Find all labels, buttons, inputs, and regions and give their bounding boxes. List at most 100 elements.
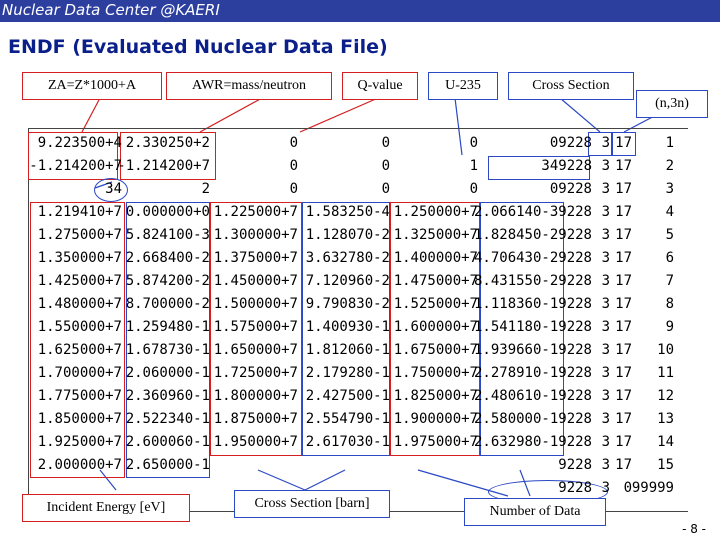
cell-energy-3: 1.900000+7 [393,411,478,427]
cell-xs-2: 0 [381,158,390,174]
cell-mt: 0 [623,480,632,496]
cell-xs-3-mat: 349228 [541,158,592,174]
cell-mt: 17 [615,250,632,266]
cell-mt: 17 [615,296,632,312]
cell-mt: 17 [615,457,632,473]
cell-xs-2: 1.583250-4 [305,204,390,220]
cell-mf: 3 [601,434,610,450]
cell-xs-1: 8.700000-2 [125,296,210,312]
cell-energy-2: 1.725000+7 [213,365,298,381]
table-row: 2.000000+7 2.650000-1 9228 3 17 15 [0,454,720,477]
cell-xs-3-mat: 2.632980-19228 [473,434,592,450]
cell-xs-1: 1.678730-1 [125,342,210,358]
cell-xs-3-mat: 1.541180-19228 [473,319,592,335]
cell-mf: 3 [601,411,610,427]
cell-xs-3-mat: 2.580000-19228 [473,411,592,427]
cell-line-number: 4 [665,204,674,220]
cell-xs-2: 1.400930-1 [305,319,390,335]
cell-xs-3-mat: 09228 [549,181,592,197]
table-row: 1.425000+7 5.874200-2 1.450000+7 7.120960-2… [0,270,720,293]
cell-energy-2: 1.300000+7 [213,227,298,243]
cell-line-number: 7 [665,273,674,289]
cell-energy-2: 1.575000+7 [213,319,298,335]
cell-xs-2: 2.427500-1 [305,388,390,404]
cell-energy-2: 1.500000+7 [213,296,298,312]
cell-energy-2: 1.875000+7 [213,411,298,427]
cell-line-number: 13 [657,411,674,427]
cell-xs-1: 2.522340-1 [125,411,210,427]
cell-xs-3-mat: 2.278910-19228 [473,365,592,381]
cell-energy-1: 1.700000+7 [37,365,122,381]
cell-xs-3-mat: 1.118360-19228 [473,296,592,312]
table-row: 34 2 0 0 0 09228 3 17 3 [0,178,720,201]
cell-energy-2: 0 [289,158,298,174]
cell-line-number: 1 [665,135,674,151]
cell-mf: 3 [601,480,610,496]
cell-line-number: 11 [657,365,674,381]
cell-xs-2: 1.128070-2 [305,227,390,243]
cell-mf: 3 [601,227,610,243]
cell-line-number: 5 [665,227,674,243]
cell-line-number: 2 [665,158,674,174]
cell-line-number: 10 [657,342,674,358]
cell-line-number: 6 [665,250,674,266]
table-row: 1.275000+7 5.824100-3 1.300000+7 1.128070-2… [0,224,720,247]
cell-energy-1: 2.000000+7 [37,457,122,473]
cell-energy-2: 1.800000+7 [213,388,298,404]
incident-energy-label: Incident Energy [eV] [22,494,190,522]
cell-xs-1: 5.874200-2 [125,273,210,289]
cell-xs-2: 2.554790-1 [305,411,390,427]
cell-xs-3-mat: 2.480610-19228 [473,388,592,404]
table-row: 1.625000+7 1.678730-1 1.650000+7 1.812060-1… [0,339,720,362]
cell-energy-3: 1.475000+7 [393,273,478,289]
cell-xs-2: 1.812060-1 [305,342,390,358]
cell-xs-3-mat: 9228 [558,457,592,473]
cell-xs-1: 5.824100-3 [125,227,210,243]
cell-xs-3-mat: 1.939660-19228 [473,342,592,358]
cell-xs-3-mat: 8.431550-29228 [473,273,592,289]
cell-energy-2: 1.650000+7 [213,342,298,358]
table-row: 1.775000+7 2.360960-1 1.800000+7 2.427500-1… [0,385,720,408]
cell-xs-3-mat: 2.066140-39228 [473,204,592,220]
cell-mf: 3 [601,457,610,473]
cell-line-number: 3 [665,181,674,197]
cell-energy-2: 1.450000+7 [213,273,298,289]
table-row: 1.550000+7 1.259480-1 1.575000+7 1.400930-1… [0,316,720,339]
cell-energy-1: 1.350000+7 [37,250,122,266]
cell-xs-1: 2 [201,181,210,197]
cell-xs-1: 2.668400-2 [125,250,210,266]
cell-xs-1: 2.060000-1 [125,365,210,381]
cell-xs-2: 2.617030-1 [305,434,390,450]
cell-energy-1: 1.625000+7 [37,342,122,358]
cell-xs-1: 2.600060-1 [125,434,210,450]
cell-xs-2: 2.179280-1 [305,365,390,381]
cell-xs-2: 0 [381,181,390,197]
cell-xs-1: 0.000000+0 [125,204,210,220]
cell-energy-1: 1.275000+7 [37,227,122,243]
table-row: 1.700000+7 2.060000-1 1.725000+7 2.179280-1… [0,362,720,385]
table-row: 1.219410+7 0.000000+0 1.225000+7 1.583250-4… [0,201,720,224]
table-row: 1.350000+7 2.668400-2 1.375000+7 3.632780-2… [0,247,720,270]
table-row: 1.480000+7 8.700000-2 1.500000+7 9.790830-2… [0,293,720,316]
cell-energy-3: 1.525000+7 [393,296,478,312]
cell-mt: 17 [615,434,632,450]
cell-line-number: 99999 [631,480,674,496]
cell-xs-1: 2.650000-1 [125,457,210,473]
cell-mf: 3 [601,135,610,151]
cell-mt: 17 [615,204,632,220]
cell-energy-3: 1.250000+7 [393,204,478,220]
cell-mf: 3 [601,181,610,197]
cell-xs-1: -1.214200+7 [117,158,210,174]
cell-xs-1: 2.330250+2 [125,135,210,151]
cell-line-number: 9 [665,319,674,335]
table-row: 9.223500+4 2.330250+2 0 0 0 09228 3 17 1 [0,132,720,155]
cell-energy-3: 0 [469,135,478,151]
cell-xs-1: 2.360960-1 [125,388,210,404]
cell-energy-1: -1.214200+7 [29,158,122,174]
cell-mt: 17 [615,411,632,427]
cell-energy-1: 1.480000+7 [37,296,122,312]
cell-energy-1: 1.425000+7 [37,273,122,289]
cell-xs-2: 3.632780-2 [305,250,390,266]
cell-energy-3: 1.675000+7 [393,342,478,358]
cell-xs-3-mat: 4.706430-29228 [473,250,592,266]
